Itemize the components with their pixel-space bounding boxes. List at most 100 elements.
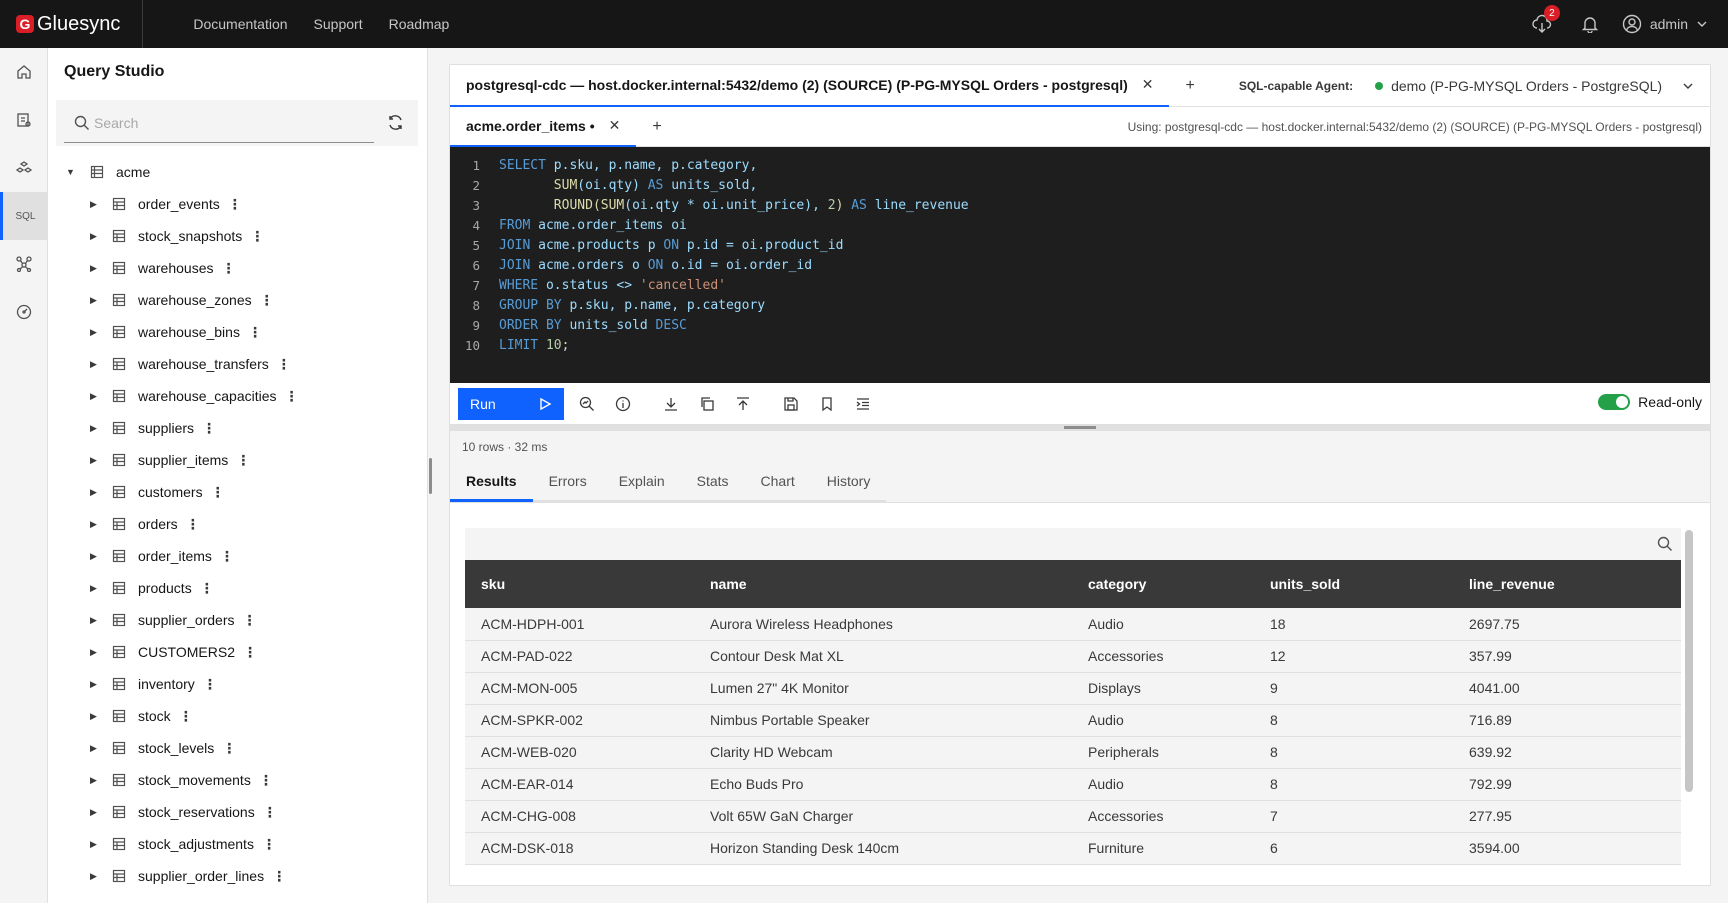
column-header[interactable]: sku — [465, 560, 694, 608]
resize-grip[interactable] — [1064, 426, 1096, 429]
refresh-icon[interactable] — [387, 114, 404, 131]
connection-tab[interactable]: postgresql-cdc — host.docker.internal:54… — [450, 65, 1170, 107]
kebab-menu-icon[interactable]: ⋮ — [222, 260, 236, 277]
add-file-tab-icon[interactable]: + — [652, 118, 661, 136]
tree-item-warehouse-transfers[interactable]: ▶ warehouse_transfers ⋮ — [48, 348, 418, 380]
tab-errors[interactable]: Errors — [532, 462, 603, 502]
table-scrollbar[interactable] — [1685, 530, 1693, 792]
tree-item-warehouses[interactable]: ▶ warehouses ⋮ — [48, 252, 418, 284]
updates-button[interactable]: 2 — [1518, 0, 1566, 48]
caret-right-icon[interactable]: ▶ — [90, 455, 100, 466]
caret-right-icon[interactable]: ▶ — [90, 679, 100, 690]
table-row[interactable]: ACM-EAR-014 Echo Buds Pro Audio 8 792.99 — [465, 768, 1681, 801]
user-menu[interactable]: admin — [1622, 14, 1708, 34]
tree-item-supplier-orders[interactable]: ▶ supplier_orders ⋮ — [48, 604, 418, 636]
kebab-menu-icon[interactable]: ⋮ — [202, 420, 216, 437]
caret-right-icon[interactable]: ▶ — [90, 775, 100, 786]
info-button[interactable] — [605, 388, 641, 420]
tab-history[interactable]: History — [810, 462, 887, 502]
caret-right-icon[interactable]: ▶ — [90, 615, 100, 626]
kebab-menu-icon[interactable]: ⋮ — [277, 356, 291, 373]
caret-right-icon[interactable]: ▶ — [90, 487, 100, 498]
caret-right-icon[interactable]: ▶ — [90, 743, 100, 754]
column-header[interactable]: category — [1072, 560, 1254, 608]
table-row[interactable]: ACM-HDPH-001 Aurora Wireless Headphones Au… — [465, 608, 1681, 641]
rail-pipelines[interactable] — [0, 96, 48, 144]
tree-item-customers2[interactable]: ▶ CUSTOMERS2 ⋮ — [48, 636, 418, 668]
caret-right-icon[interactable]: ▶ — [90, 295, 100, 306]
tree-item-stock-movements[interactable]: ▶ stock_movements ⋮ — [48, 764, 418, 796]
rail-sql[interactable]: SQL — [0, 192, 48, 240]
rail-home[interactable] — [0, 48, 48, 96]
tree-item-warehouse-bins[interactable]: ▶ warehouse_bins ⋮ — [48, 316, 418, 348]
column-header[interactable]: line_revenue — [1453, 560, 1681, 608]
tree-item-customers[interactable]: ▶ customers ⋮ — [48, 476, 418, 508]
logo[interactable]: G Gluesync — [16, 0, 144, 48]
tree-item-stock-snapshots[interactable]: ▶ stock_snapshots ⋮ — [48, 220, 418, 252]
tab-stats[interactable]: Stats — [680, 462, 745, 502]
rail-agents[interactable] — [0, 144, 48, 192]
kebab-menu-icon[interactable]: ⋮ — [236, 452, 250, 469]
tree-item-suppliers[interactable]: ▶ suppliers ⋮ — [48, 412, 418, 444]
tree-item-stock[interactable]: ▶ stock ⋮ — [48, 700, 418, 732]
panel-splitter[interactable] — [428, 48, 434, 903]
upload-button[interactable] — [725, 388, 761, 420]
nav-documentation[interactable]: Documentation — [193, 16, 287, 32]
caret-right-icon[interactable]: ▶ — [90, 263, 100, 274]
kebab-menu-icon[interactable]: ⋮ — [186, 516, 200, 533]
close-icon[interactable]: ✕ — [1142, 76, 1154, 93]
kebab-menu-icon[interactable]: ⋮ — [260, 292, 274, 309]
caret-right-icon[interactable]: ▶ — [90, 871, 100, 882]
tab-results[interactable]: Results — [450, 462, 533, 502]
caret-right-icon[interactable]: ▶ — [90, 327, 100, 338]
tree-item-warehouse-capacities[interactable]: ▶ warehouse_capacities ⋮ — [48, 380, 418, 412]
file-tab[interactable]: acme.order_items • ✕ — [450, 107, 637, 147]
table-search-icon[interactable] — [1657, 536, 1673, 552]
kebab-menu-icon[interactable]: ⋮ — [250, 228, 264, 245]
tree-item-products[interactable]: ▶ products ⋮ — [48, 572, 418, 604]
tree-item-stock-reservations[interactable]: ▶ stock_reservations ⋮ — [48, 796, 418, 828]
tree-item-inventory[interactable]: ▶ inventory ⋮ — [48, 668, 418, 700]
rail-topology[interactable] — [0, 240, 48, 288]
agent-select[interactable]: demo (P-PG-MYSQL Orders - PostgreSQL) — [1375, 78, 1694, 94]
copy-button[interactable] — [689, 388, 725, 420]
kebab-menu-icon[interactable]: ⋮ — [285, 388, 299, 405]
tree-item-order-events[interactable]: ▶ order_events ⋮ — [48, 188, 418, 220]
notifications-button[interactable] — [1566, 0, 1614, 48]
kebab-menu-icon[interactable]: ⋮ — [248, 324, 262, 341]
bookmark-button[interactable] — [809, 388, 845, 420]
kebab-menu-icon[interactable]: ⋮ — [243, 612, 257, 629]
table-row[interactable]: ACM-MON-005 Lumen 27" 4K Monitor Displays 9… — [465, 672, 1681, 705]
kebab-menu-icon[interactable]: ⋮ — [263, 804, 277, 821]
table-row[interactable]: ACM-PAD-022 Contour Desk Mat XL Accessorie… — [465, 640, 1681, 673]
caret-right-icon[interactable]: ▶ — [90, 551, 100, 562]
kebab-menu-icon[interactable]: ⋮ — [262, 836, 276, 853]
caret-right-icon[interactable]: ▶ — [90, 711, 100, 722]
kebab-menu-icon[interactable]: ⋮ — [211, 484, 225, 501]
caret-right-icon[interactable]: ▶ — [90, 839, 100, 850]
search-input[interactable] — [64, 103, 374, 143]
kebab-menu-icon[interactable]: ⋮ — [243, 644, 257, 661]
tree-item-supplier-order-lines[interactable]: ▶ supplier_order_lines ⋮ — [48, 860, 418, 892]
tab-explain[interactable]: Explain — [602, 462, 681, 502]
kebab-menu-icon[interactable]: ⋮ — [203, 676, 217, 693]
kebab-menu-icon[interactable]: ⋮ — [259, 772, 273, 789]
tree-item-order-items[interactable]: ▶ order_items ⋮ — [48, 540, 418, 572]
kebab-menu-icon[interactable]: ⋮ — [228, 196, 242, 213]
column-header[interactable]: units_sold — [1254, 560, 1453, 608]
caret-right-icon[interactable]: ▶ — [90, 423, 100, 434]
kebab-menu-icon[interactable]: ⋮ — [200, 580, 214, 597]
tree-root[interactable]: ▼ acme — [48, 156, 418, 188]
table-row[interactable]: ACM-CHG-008 Volt 65W GaN Charger Accessori… — [465, 800, 1681, 833]
sql-editor[interactable]: 1 SELECT p.sku, p.name, p.category, 2 SUM… — [450, 147, 1710, 383]
splitter-handle[interactable] — [429, 458, 432, 494]
kebab-menu-icon[interactable]: ⋮ — [222, 740, 236, 757]
tree-item-stock-adjustments[interactable]: ▶ stock_adjustments ⋮ — [48, 828, 418, 860]
tree-item-orders[interactable]: ▶ orders ⋮ — [48, 508, 418, 540]
explain-button[interactable] — [569, 388, 605, 420]
kebab-menu-icon[interactable]: ⋮ — [272, 868, 286, 885]
run-button[interactable]: Run — [458, 387, 564, 420]
caret-right-icon[interactable]: ▶ — [90, 391, 100, 402]
save-button[interactable] — [773, 388, 809, 420]
table-row[interactable]: ACM-DSK-018 Horizon Standing Desk 140cm Fu… — [465, 832, 1681, 865]
